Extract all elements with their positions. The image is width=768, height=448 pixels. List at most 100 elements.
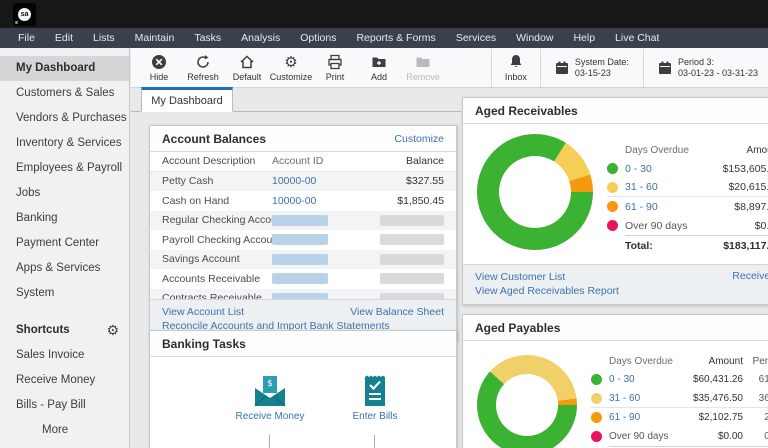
account-balances-title: Account Balances xyxy=(162,132,266,146)
menu-file[interactable]: File xyxy=(8,28,45,48)
sidebar-item-system[interactable]: System xyxy=(0,281,129,306)
hide-button[interactable]: Hide xyxy=(137,49,181,87)
aged-receivables-legend: Days Overdue Amount 0 - 30 $153,605.02 3… xyxy=(593,134,768,256)
menu-help[interactable]: Help xyxy=(563,28,605,48)
enter-bills-icon xyxy=(362,375,388,407)
masked-balance xyxy=(380,273,444,284)
sidebar-item-my-dashboard[interactable]: My Dashboard xyxy=(0,56,129,81)
view-account-list-link[interactable]: View Account List xyxy=(162,305,244,319)
table-header-row: Account Description Account ID Balance xyxy=(150,152,456,172)
app-window: sa File Edit Lists Maintain Tasks Analys… xyxy=(0,0,768,448)
aged-payables-panel: Aged Payables Days Overdue Amount Percen… xyxy=(462,314,768,448)
add-button[interactable]: Add xyxy=(357,49,401,87)
legend-dot xyxy=(607,182,618,193)
legend-row: 0 - 30 $153,605.02 xyxy=(607,159,768,178)
menu-analysis[interactable]: Analysis xyxy=(231,28,290,48)
menu-maintain[interactable]: Maintain xyxy=(125,28,185,48)
svg-text:$: $ xyxy=(267,379,273,389)
legend-dot xyxy=(607,220,618,231)
folder-icon xyxy=(415,54,431,70)
flow-connector xyxy=(374,435,375,448)
tab-strip: My Dashboard xyxy=(131,88,461,112)
gear-icon: ⚙ xyxy=(284,54,297,70)
table-row: Accounts Receivable xyxy=(150,269,456,289)
refresh-button[interactable]: Refresh xyxy=(181,49,225,87)
shortcuts-title: Shortcuts xyxy=(16,318,70,343)
menu-services[interactable]: Services xyxy=(446,28,506,48)
remove-button: Remove xyxy=(401,49,445,87)
banking-tasks-title: Banking Tasks xyxy=(162,337,246,351)
hide-icon xyxy=(151,54,167,70)
default-button[interactable]: Default xyxy=(225,49,269,87)
sidebar-item-customers-sales[interactable]: Customers & Sales xyxy=(0,81,129,106)
calendar-icon xyxy=(555,61,569,75)
table-row: Savings Account xyxy=(150,250,456,270)
legend-dot xyxy=(607,163,618,174)
tab-my-dashboard[interactable]: My Dashboard xyxy=(141,87,233,112)
aged-receivables-donut-chart xyxy=(477,134,593,250)
home-icon xyxy=(239,54,255,70)
aged-payables-title: Aged Payables xyxy=(475,321,560,335)
receive-money-task[interactable]: $ Receive Money xyxy=(235,375,305,423)
more-shortcuts-link[interactable]: More Shortcuts▶ xyxy=(0,418,129,443)
menu-window[interactable]: Window xyxy=(506,28,563,48)
inbox-button[interactable]: Inbox xyxy=(496,49,536,87)
period-label: Period 3: xyxy=(678,57,714,67)
view-customer-list-link[interactable]: View Customer List xyxy=(475,270,619,284)
masked-balance xyxy=(380,293,444,299)
account-balances-panel: Account Balances Customize Account Descr… xyxy=(149,125,457,340)
print-button[interactable]: Print xyxy=(313,49,357,87)
masked-account-id xyxy=(272,215,328,226)
sidebar-item-apps-services[interactable]: Apps & Services xyxy=(0,256,129,281)
customize-link[interactable]: Customize xyxy=(394,133,444,145)
sidebar-item-employees-payroll[interactable]: Employees & Payroll xyxy=(0,156,129,181)
customize-button[interactable]: ⚙ Customize xyxy=(269,49,313,87)
menu-reports-forms[interactable]: Reports & Forms xyxy=(346,28,445,48)
sidebar-item-jobs[interactable]: Jobs xyxy=(0,181,129,206)
printer-icon xyxy=(327,54,343,70)
table-row: Payroll Checking Account xyxy=(150,230,456,250)
dashboard-toolbar: Hide Refresh Default ⚙ Customize Print A… xyxy=(131,48,768,88)
folder-plus-icon xyxy=(371,54,387,70)
view-aged-receivables-report-link[interactable]: View Aged Receivables Report xyxy=(475,284,619,298)
sidebar-item-banking[interactable]: Banking xyxy=(0,206,129,231)
shortcut-bills-pay-bill[interactable]: Bills - Pay Bill xyxy=(0,393,129,418)
aging-bucket-link[interactable]: 31 - 60 xyxy=(609,393,679,404)
account-id-link[interactable]: 10000-00 xyxy=(272,175,316,187)
menu-options[interactable]: Options xyxy=(290,28,346,48)
period-selector[interactable]: Period 3:03-01-23 - 03-31-23 xyxy=(648,57,768,79)
masked-account-id xyxy=(272,234,328,245)
aging-bucket-link[interactable]: 0 - 30 xyxy=(625,163,709,175)
shortcuts-settings-icon[interactable]: ⚙ xyxy=(106,318,119,343)
system-date[interactable]: System Date:03-15-23 xyxy=(545,57,639,79)
main-content: My Dashboard Account Balances Customize … xyxy=(131,88,768,448)
shortcut-sales-invoice[interactable]: Sales Invoice xyxy=(0,343,129,368)
account-id-link[interactable]: 10000-00 xyxy=(272,195,316,207)
menu-tasks[interactable]: Tasks xyxy=(184,28,231,48)
enter-bills-task[interactable]: Enter Bills xyxy=(340,375,410,423)
table-row: Regular Checking Account xyxy=(150,211,456,231)
aging-bucket-link[interactable]: 31 - 60 xyxy=(625,181,709,193)
banking-tasks-flow: $ Receive Money xyxy=(150,357,456,448)
sidebar-item-payment-center[interactable]: Payment Center xyxy=(0,231,129,256)
legend-row: 0 - 30 $60,431.26 61.7% xyxy=(591,370,768,389)
table-row: Cash on Hand 10000-00 $1,850.45 xyxy=(150,191,456,211)
aging-bucket-link[interactable]: 61 - 90 xyxy=(625,201,709,213)
legend-row: Over 90 days $0.00 xyxy=(607,216,768,235)
table-rows-viewport[interactable]: Petty Cash 10000-00 $327.55 Cash on Hand… xyxy=(150,172,456,299)
shortcut-receive-money[interactable]: Receive Money xyxy=(0,368,129,393)
menu-edit[interactable]: Edit xyxy=(45,28,83,48)
sidebar-item-vendors-purchases[interactable]: Vendors & Purchases xyxy=(0,106,129,131)
menu-bar: File Edit Lists Maintain Tasks Analysis … xyxy=(0,28,768,48)
aged-payables-legend: Days Overdue Amount Percent 0 - 30 $60,4… xyxy=(577,351,768,448)
receive-payment-link[interactable]: Receive a xyxy=(732,270,768,298)
aged-receivables-title: Aged Receivables xyxy=(475,104,578,118)
aging-bucket-link[interactable]: 0 - 30 xyxy=(609,374,679,385)
aging-bucket-link[interactable]: 61 - 90 xyxy=(609,412,679,423)
sidebar-item-inventory-services[interactable]: Inventory & Services xyxy=(0,131,129,156)
menu-lists[interactable]: Lists xyxy=(83,28,125,48)
view-balance-sheet-link[interactable]: View Balance Sheet xyxy=(350,305,444,319)
table-row: Petty Cash 10000-00 $327.55 xyxy=(150,172,456,192)
system-date-label: System Date: xyxy=(575,57,629,67)
menu-live-chat[interactable]: Live Chat xyxy=(605,28,669,48)
